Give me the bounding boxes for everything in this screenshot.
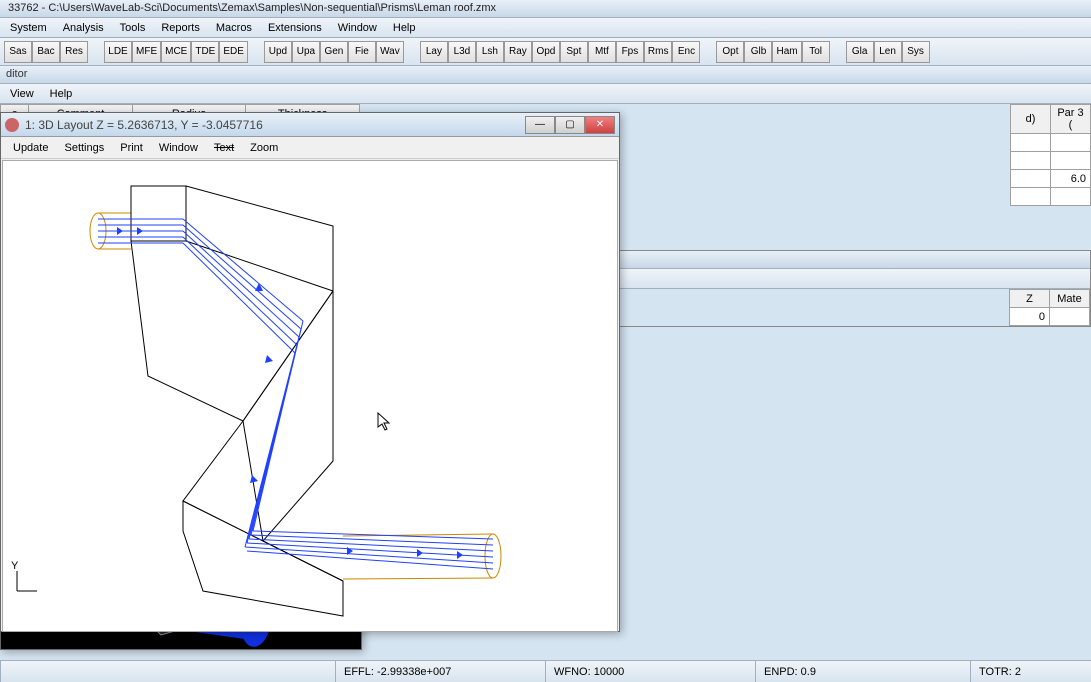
toolbar-ede[interactable]: EDE xyxy=(219,41,248,63)
lens-menu-help[interactable]: Help xyxy=(44,86,79,102)
app-title: 33762 - C:\Users\WaveLab-Sci\Documents\Z… xyxy=(8,2,496,14)
toolbar-spt[interactable]: Spt xyxy=(560,41,588,63)
toolbar-tol[interactable]: Tol xyxy=(802,41,830,63)
menu-help[interactable]: Help xyxy=(387,20,422,36)
app-icon xyxy=(5,118,19,132)
toolbar-tde[interactable]: TDE xyxy=(191,41,219,63)
menu-reports[interactable]: Reports xyxy=(155,20,206,36)
layout-menu-text[interactable]: Text xyxy=(208,140,240,156)
toolbar-lde[interactable]: LDE xyxy=(104,41,132,63)
status-enpd: ENPD: 0.9 xyxy=(755,661,970,682)
mouse-cursor-icon xyxy=(378,413,390,431)
toolbar-res[interactable]: Res xyxy=(60,41,88,63)
toolbar-ray[interactable]: Ray xyxy=(504,41,532,63)
menu-window[interactable]: Window xyxy=(332,20,383,36)
toolbar-upd[interactable]: Upd xyxy=(264,41,292,63)
app-titlebar: 33762 - C:\Users\WaveLab-Sci\Documents\Z… xyxy=(0,0,1091,18)
svg-text:Y: Y xyxy=(11,560,19,572)
toolbar-opd[interactable]: Opd xyxy=(532,41,560,63)
toolbar-glb[interactable]: Glb xyxy=(744,41,772,63)
menu-analysis[interactable]: Analysis xyxy=(57,20,110,36)
toolbar-mce[interactable]: MCE xyxy=(161,41,191,63)
layout-menu-window[interactable]: Window xyxy=(153,140,204,156)
menu-system[interactable]: System xyxy=(4,20,53,36)
toolbar-gla[interactable]: Gla xyxy=(846,41,874,63)
minimize-button[interactable]: — xyxy=(525,116,555,134)
toolbar-len[interactable]: Len xyxy=(874,41,902,63)
lens-editor-right-table[interactable]: d)Par 3 ( 6.0 xyxy=(1010,104,1091,206)
maximize-button[interactable]: ▢ xyxy=(555,116,585,134)
layout-menu-print[interactable]: Print xyxy=(114,140,149,156)
toolbar-lsh[interactable]: Lsh xyxy=(476,41,504,63)
status-totr: TOTR: 2 xyxy=(970,661,1091,682)
toolbar-mtf[interactable]: Mtf xyxy=(588,41,616,63)
menu-tools[interactable]: Tools xyxy=(114,20,152,36)
toolbar-rms[interactable]: Rms xyxy=(644,41,673,63)
layout-window[interactable]: 1: 3D Layout Z = 5.2636713, Y = -3.04577… xyxy=(0,112,620,632)
menu-macros[interactable]: Macros xyxy=(210,20,258,36)
toolbar-mfe[interactable]: MFE xyxy=(132,41,161,63)
layout-window-title: 1: 3D Layout Z = 5.2636713, Y = -3.04577… xyxy=(25,118,525,132)
toolbar-enc[interactable]: Enc xyxy=(672,41,700,63)
toolbar-sas[interactable]: Sas xyxy=(4,41,32,63)
toolbar-gen[interactable]: Gen xyxy=(320,41,348,63)
layout-window-menubar: UpdateSettingsPrintWindowTextZoom xyxy=(1,137,619,159)
toolbar-fie[interactable]: Fie xyxy=(348,41,376,63)
layout-3d-view[interactable]: Y xyxy=(2,160,618,632)
status-effl: EFFL: -2.99338e+007 xyxy=(335,661,545,682)
layout-menu-update[interactable]: Update xyxy=(7,140,54,156)
layout-window-titlebar[interactable]: 1: 3D Layout Z = 5.2636713, Y = -3.04577… xyxy=(1,113,619,137)
toolbar-opt[interactable]: Opt xyxy=(716,41,744,63)
lens-editor-title: ditor xyxy=(0,66,1091,84)
toolbar-wav[interactable]: Wav xyxy=(376,41,404,63)
status-wfno: WFNO: 10000 xyxy=(545,661,755,682)
lens-editor-menubar: ViewHelp xyxy=(0,84,1091,104)
toolbar-bac[interactable]: Bac xyxy=(32,41,60,63)
app-menubar: SystemAnalysisToolsReportsMacrosExtensio… xyxy=(0,18,1091,38)
close-button[interactable]: ✕ xyxy=(585,116,615,134)
statusbar: EFFL: -2.99338e+007 WFNO: 10000 ENPD: 0.… xyxy=(0,660,1091,682)
layout-menu-settings[interactable]: Settings xyxy=(58,140,110,156)
toolbar-l3d[interactable]: L3d xyxy=(448,41,476,63)
toolbar-sys[interactable]: Sys xyxy=(902,41,930,63)
toolbar-lay[interactable]: Lay xyxy=(420,41,448,63)
toolbar-ham[interactable]: Ham xyxy=(772,41,801,63)
app-toolbar: SasBacRes LDEMFEMCETDEEDE UpdUpaGenFieWav L… xyxy=(0,38,1091,66)
layout-menu-zoom[interactable]: Zoom xyxy=(244,140,284,156)
nsc-editor-right-table[interactable]: ZMate 0 xyxy=(1009,289,1090,326)
menu-extensions[interactable]: Extensions xyxy=(262,20,328,36)
lens-menu-view[interactable]: View xyxy=(4,86,40,102)
toolbar-upa[interactable]: Upa xyxy=(292,41,320,63)
toolbar-fps[interactable]: Fps xyxy=(616,41,644,63)
